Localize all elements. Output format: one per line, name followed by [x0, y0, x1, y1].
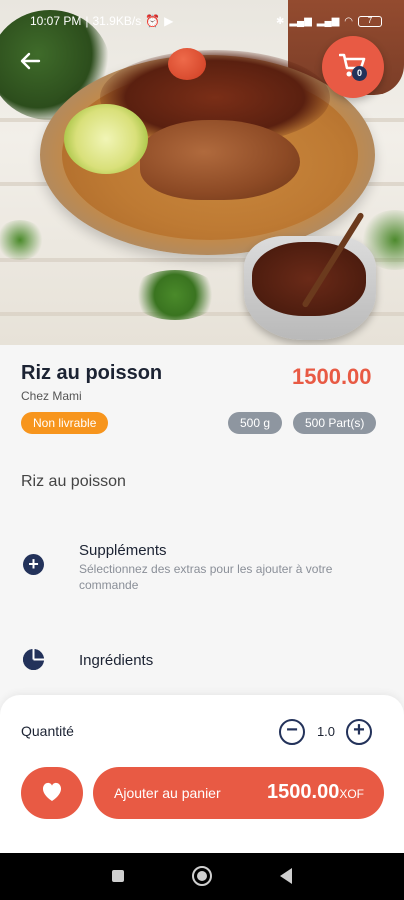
quantity-label: Quantité: [21, 723, 74, 739]
home-icon[interactable]: [192, 866, 212, 886]
vendor-name: Chez Mami: [21, 389, 82, 403]
fish: [140, 120, 300, 200]
status-separator: |: [85, 14, 89, 28]
product-hero-image: 10:07 PM | 31.9KB/s ⏰ ▶ ✱ ▂▄▆ ▂▄▆ ◠ 7 0: [0, 0, 404, 345]
order-total-value: 1500.00: [267, 781, 340, 803]
weight-pill: 500 g: [228, 412, 283, 434]
alarm-icon: ⏰: [145, 14, 161, 28]
order-panel: Quantité − 1.0 + Ajouter au panier 1500.…: [0, 695, 404, 853]
battery-icon: 7: [358, 15, 382, 27]
arrow-left-icon: [20, 52, 41, 70]
quantity-value: 1.0: [316, 724, 336, 739]
bluetooth-icon: ✱: [275, 15, 285, 27]
supplements-title: Suppléments: [79, 542, 167, 559]
cart-count-badge: 0: [352, 66, 367, 81]
status-speed: 31.9KB/s: [92, 14, 142, 28]
pie-chart-icon: [23, 649, 44, 670]
add-to-cart-button[interactable]: Ajouter au panier 1500.00XOF: [93, 767, 384, 819]
signal-icon: ▂▄▆: [289, 15, 312, 27]
wifi-icon: ◠: [344, 15, 353, 27]
system-nav-bar: [0, 853, 404, 900]
recents-icon[interactable]: [112, 870, 124, 882]
heart-icon: [42, 782, 62, 801]
supplements-subtitle: Sélectionnez des extras pour les ajouter…: [79, 562, 333, 592]
cart-button[interactable]: 0: [322, 36, 384, 98]
supplements-row[interactable]: + Suppléments Sélectionnez des extras po…: [0, 535, 404, 595]
plus-circle-icon: +: [23, 554, 44, 575]
ingredients-row[interactable]: Ingrédients: [0, 645, 404, 675]
availability-badge: Non livrable: [21, 412, 109, 434]
signal-icon: ▂▄▆: [316, 15, 340, 27]
back-triangle-icon[interactable]: [280, 868, 292, 884]
portions-pill: 500 Part(s): [293, 412, 377, 434]
status-time: 10:07 PM: [30, 14, 82, 28]
product-name: Riz au poisson: [21, 362, 163, 384]
order-total: 1500.00XOF: [267, 781, 364, 804]
ingredients-title: Ingrédients: [79, 652, 154, 669]
add-to-cart-label: Ajouter au panier: [114, 785, 221, 801]
tomato: [168, 48, 206, 80]
parsley-decoration: [0, 220, 45, 260]
quantity-increase-button[interactable]: +: [346, 719, 372, 745]
product-description: Riz au poisson: [21, 473, 126, 490]
quantity-decrease-button[interactable]: −: [279, 719, 305, 745]
favorite-button[interactable]: [21, 767, 83, 819]
status-bar: 10:07 PM | 31.9KB/s ⏰ ▶ ✱ ▂▄▆ ▂▄▆ ◠ 7: [0, 8, 404, 34]
lime: [64, 104, 148, 174]
product-details: Riz au poisson 1500.00 Chez Mami Non liv…: [0, 345, 404, 695]
product-price: 1500.00: [292, 364, 372, 389]
order-currency: XOF: [339, 787, 364, 801]
stew: [252, 242, 366, 316]
youtube-icon: ▶: [164, 14, 174, 28]
back-button[interactable]: [16, 50, 44, 78]
parsley-decoration: [130, 270, 220, 320]
